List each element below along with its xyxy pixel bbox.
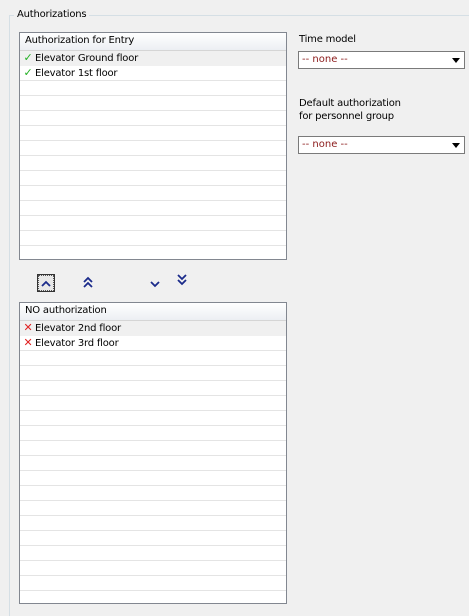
list-item-label: Elevator 3rd floor xyxy=(35,338,119,349)
chevron-down-icon[interactable] xyxy=(449,53,463,67)
single-up-chevron-icon xyxy=(38,275,54,291)
move-bottom-button[interactable] xyxy=(173,272,191,290)
chevron-down-icon[interactable] xyxy=(449,138,463,152)
unauthorized-listbox[interactable]: NO authorization ✕ Elevator 2nd floor ✕ El… xyxy=(19,302,287,604)
time-model-value: -- none -- xyxy=(302,54,348,65)
unauthorized-list-header[interactable]: NO authorization xyxy=(20,303,286,321)
move-down-button[interactable] xyxy=(146,276,164,294)
unauthorized-rows: ✕ Elevator 2nd floor ✕ Elevator 3rd floor xyxy=(20,321,286,603)
authorized-listbox[interactable]: Authorization for Entry ✓ Elevator Ground… xyxy=(19,32,287,260)
group-title: Authorizations xyxy=(14,8,90,22)
time-model-select[interactable]: -- none -- xyxy=(298,51,465,69)
default-authorization-label-line1: Default authorization xyxy=(299,98,401,109)
list-item-label: Elevator 1st floor xyxy=(35,68,118,79)
default-authorization-label-line2: for personnel group xyxy=(299,111,394,122)
time-model-label: Time model xyxy=(299,34,356,45)
list-item[interactable]: ✓ Elevator 1st floor xyxy=(20,66,286,81)
move-top-button[interactable] xyxy=(37,274,55,292)
x-icon: ✕ xyxy=(23,336,33,349)
check-icon: ✓ xyxy=(23,51,33,64)
list-item[interactable]: ✕ Elevator 3rd floor xyxy=(20,336,286,351)
default-authorization-value: -- none -- xyxy=(302,139,348,150)
single-down-chevron-icon xyxy=(150,280,160,291)
double-up-chevron-icon xyxy=(83,276,93,291)
authorized-list-header[interactable]: Authorization for Entry xyxy=(20,33,286,51)
double-down-chevron-icon xyxy=(177,273,187,289)
check-icon: ✓ xyxy=(23,66,33,79)
list-item-label: Elevator 2nd floor xyxy=(35,323,121,334)
move-up-button[interactable] xyxy=(79,274,97,292)
list-item-label: Elevator Ground floor xyxy=(35,53,139,64)
x-icon: ✕ xyxy=(23,321,33,334)
list-item[interactable]: ✕ Elevator 2nd floor xyxy=(20,321,286,336)
default-authorization-select[interactable]: -- none -- xyxy=(298,136,465,154)
authorized-rows: ✓ Elevator Ground floor ✓ Elevator 1st flo… xyxy=(20,51,286,259)
list-item[interactable]: ✓ Elevator Ground floor xyxy=(20,51,286,66)
default-authorization-label: Default authorization for personnel grou… xyxy=(299,97,401,123)
